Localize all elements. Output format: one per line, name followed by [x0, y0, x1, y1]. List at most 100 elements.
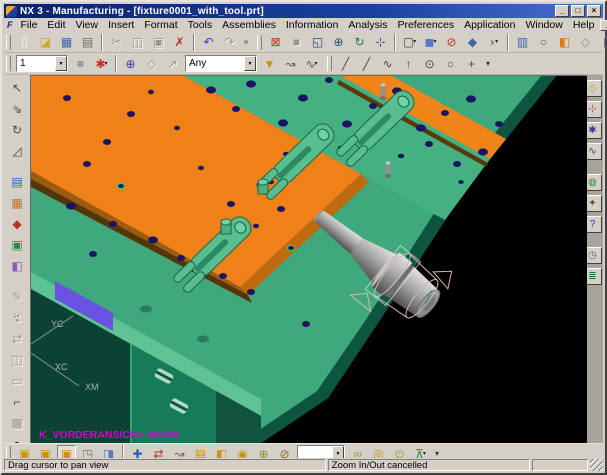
resize-grip[interactable] [590, 459, 603, 471]
child-minimize-button[interactable]: _ [600, 20, 607, 31]
graphics-viewport[interactable]: YC XC XM K_VORDERANSICHT WORK [30, 75, 586, 443]
menu-format[interactable]: Format [139, 19, 182, 31]
derived-line-icon[interactable]: ↑ [399, 55, 418, 72]
open-icon[interactable]: ◪ [36, 34, 55, 51]
wcs-dynamics-icon[interactable]: ✱▾ [92, 55, 111, 72]
chevron-down-icon[interactable]: ▾ [55, 56, 67, 71]
new-icon[interactable]: ▯ [15, 34, 34, 51]
show-hide-icon[interactable]: ◫ [7, 350, 27, 369]
zoom-window-icon[interactable]: ◱ [308, 34, 327, 51]
redo-icon[interactable]: ↷ [220, 34, 239, 51]
refresh-view-icon[interactable]: ■ [287, 34, 306, 51]
status-bar: Drag cursor to pan view Zoom In/Out canc… [4, 458, 603, 471]
chevron-down-icon[interactable]: ▾ [433, 39, 436, 45]
curve-toolbar: ╱╱∿↑⊙○+▾ [325, 53, 497, 74]
menu-view[interactable]: View [71, 19, 104, 31]
part-document-icon[interactable]: F [7, 20, 13, 30]
edit-object-icon[interactable]: ✎ [7, 287, 27, 306]
menu-help[interactable]: Help [568, 19, 600, 31]
cut-icon[interactable]: ✂ [107, 34, 126, 51]
dowel-pin [385, 161, 391, 178]
menu-information[interactable]: Information [281, 19, 344, 31]
chevron-down-icon[interactable]: ▾ [413, 39, 416, 45]
orient-handle-icon[interactable]: ↻ [7, 120, 27, 139]
clip-section-icon[interactable]: ▯ [597, 34, 607, 51]
save-icon[interactable]: ▦ [57, 34, 76, 51]
curve-overflow-icon[interactable]: ▾ [483, 55, 493, 72]
work-layer-combo[interactable]: 1▾ [16, 55, 68, 72]
rotate-sphere-icon[interactable]: ○ [534, 34, 553, 51]
drill-tool-icon[interactable]: ⌐ [7, 392, 27, 411]
face-analysis-icon[interactable]: ◗▾ [484, 34, 503, 51]
create-program-rail-icon[interactable]: ▤ [7, 172, 27, 191]
hidden-edges-icon[interactable]: ⊘ [442, 34, 461, 51]
menu-assemblies[interactable]: Assemblies [217, 19, 281, 31]
line-icon[interactable]: ╱ [336, 55, 355, 72]
print-icon[interactable]: ▤ [78, 34, 97, 51]
menu-application[interactable]: Application [459, 19, 520, 31]
viewport-3d-scene[interactable]: YC XC XM K_VORDERANSICHT WORK [31, 76, 587, 444]
close-button[interactable]: × [587, 5, 601, 17]
create-geometry-rail-icon[interactable]: ◆ [7, 214, 27, 233]
move-object-icon[interactable]: ⇄ [7, 329, 27, 348]
circle-center-icon[interactable]: ⊙ [420, 55, 439, 72]
maximize-button[interactable]: □ [571, 5, 585, 17]
undo-icon[interactable]: ↶ [199, 34, 218, 51]
target-point-icon[interactable]: ◿ [7, 141, 27, 160]
zoom-in-out-icon[interactable]: ⊕ [329, 34, 348, 51]
chevron-down-icon[interactable]: ▾ [423, 451, 426, 457]
transform-object-icon[interactable]: ↯ [7, 308, 27, 327]
rotate-view-icon[interactable]: ↻ [350, 34, 369, 51]
fit-view-icon[interactable]: ⊠ [266, 34, 285, 51]
display-mode-icon[interactable]: ▥ [513, 34, 532, 51]
menu-window[interactable]: Window [520, 19, 567, 31]
chevron-down-icon[interactable]: ▾ [315, 61, 318, 67]
wireframe-display-icon[interactable]: ▢▾ [400, 34, 419, 51]
menu-tools[interactable]: Tools [183, 19, 218, 31]
point-constructor-icon[interactable]: ⊕ [121, 55, 140, 72]
work-layer-combo-value[interactable]: 1 [17, 58, 55, 69]
general-selection-icon[interactable]: ↝ [281, 55, 300, 72]
chevron-down-icon[interactable]: ▾ [105, 61, 108, 67]
snap-handle-icon[interactable]: ⇘ [7, 99, 27, 118]
selection-scope-combo[interactable]: Any▾ [185, 55, 257, 72]
circle-icon[interactable]: ○ [441, 55, 460, 72]
edit-display-icon[interactable]: ▩ [7, 413, 27, 432]
shaded-solid-icon[interactable]: ◆ [463, 34, 482, 51]
separator [394, 34, 396, 51]
minimize-button[interactable]: _ [555, 5, 569, 17]
work-view-icon[interactable]: ◧ [555, 34, 574, 51]
menu-edit[interactable]: Edit [42, 19, 70, 31]
selection-scope-combo-value[interactable]: Any [186, 58, 244, 69]
title-bar[interactable]: NX 3 - Manufacturing - [fixture0001_with… [4, 4, 603, 18]
menu-analysis[interactable]: Analysis [343, 19, 392, 31]
spline-icon[interactable]: ∿ [378, 55, 397, 72]
menu-insert[interactable]: Insert [103, 19, 139, 31]
plane-constructor-icon[interactable]: ◇ [142, 55, 161, 72]
chevron-down-icon[interactable]: ▾ [495, 39, 498, 45]
paste-icon[interactable]: ▣ [149, 34, 168, 51]
status-extra [532, 459, 588, 471]
layer-settings-icon[interactable]: ≡ [71, 55, 90, 72]
create-tool-rail-icon[interactable]: ▦ [7, 193, 27, 212]
point-icon[interactable]: + [462, 55, 481, 72]
blank-object-icon[interactable]: ▭ [7, 371, 27, 390]
create-operation-rail-icon[interactable]: ◧ [7, 256, 27, 275]
axis-label-yc: YC [51, 319, 64, 329]
menu-file[interactable]: File [16, 19, 43, 31]
utility-toolbar: 1▾≡✱▾⊕◇↗Any▾▼↝∿▾ [4, 53, 325, 74]
select-arrow-icon[interactable]: ↖ [7, 78, 27, 97]
chevron-down-icon[interactable]: ▾ [244, 56, 256, 71]
arc-icon[interactable]: ╱ [357, 55, 376, 72]
shaded-display-icon[interactable]: ◼▾ [421, 34, 440, 51]
vector-constructor-icon[interactable]: ↗ [163, 55, 182, 72]
curve-rule-icon[interactable]: ∿▾ [302, 55, 321, 72]
pan-view-icon[interactable]: ⊹ [371, 34, 390, 51]
translucency-icon[interactable]: ◇ [576, 34, 595, 51]
create-method-rail-icon[interactable]: ▣ [7, 235, 27, 254]
menu-preferences[interactable]: Preferences [392, 19, 459, 31]
selection-filter-icon[interactable]: ▼ [260, 55, 279, 72]
toolbar-overflow-icon[interactable]: » [241, 34, 251, 51]
delete-icon[interactable]: ✗ [170, 34, 189, 51]
copy-icon[interactable]: ◫ [128, 34, 147, 51]
